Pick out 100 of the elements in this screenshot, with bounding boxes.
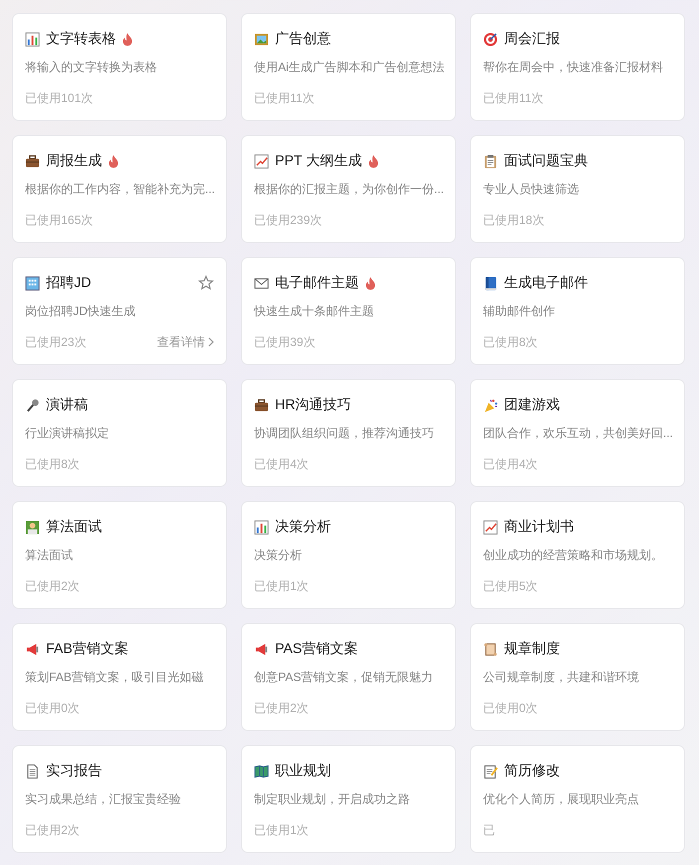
star-icon[interactable] <box>198 275 214 291</box>
card-description: 公司规章制度，共建和谐环境 <box>483 669 640 686</box>
card-title: 算法面试 <box>46 518 102 536</box>
card-title: 周报生成 <box>46 152 102 170</box>
card-title: 面试问题宝典 <box>504 152 588 170</box>
card-title: 周会汇报 <box>504 30 560 48</box>
tool-card[interactable]: HR沟通技巧 协调团队组织问题，推荐沟通技巧 已使用4次 <box>241 379 456 487</box>
map-icon <box>254 764 269 778</box>
card-description: 辅助邮件创作 <box>483 303 556 320</box>
tool-card[interactable]: 周报生成 根据你的工作内容，智能补充为完... 已使用165次 <box>12 135 227 243</box>
usage-count: 已使用2次 <box>25 822 80 838</box>
tool-card[interactable]: 简历修改 优化个人简历，展现职业亮点 已 <box>470 745 685 853</box>
card-description: 制定职业规划，开启成功之路 <box>254 791 411 808</box>
usage-count: 已使用4次 <box>254 456 309 472</box>
tool-card[interactable]: 商业计划书 创业成功的经营策略和市场规划。 已使用5次 <box>470 501 685 609</box>
card-title: 团建游戏 <box>504 396 560 414</box>
card-title: 招聘JD <box>46 274 92 292</box>
briefcase-icon <box>25 154 40 168</box>
card-title: HR沟通技巧 <box>275 396 352 414</box>
usage-count: 已使用0次 <box>483 700 538 716</box>
tool-card[interactable]: PPT 大纲生成 根据你的汇报主题，为你创作一份... 已使用239次 <box>241 135 456 243</box>
chevron-right-icon <box>208 337 214 347</box>
tool-card[interactable]: 招聘JD 岗位招聘JD快速生成 已使用23次 查看详情 <box>12 257 227 365</box>
card-title: 简历修改 <box>504 762 560 780</box>
tool-card[interactable]: 面试问题宝典 专业人员快速筛选 已使用18次 <box>470 135 685 243</box>
building-icon <box>25 276 40 290</box>
tool-card[interactable]: 规章制度 公司规章制度，共建和谐环境 已使用0次 <box>470 623 685 731</box>
clipboard-icon <box>483 154 498 168</box>
usage-count: 已使用39次 <box>254 334 316 350</box>
tool-card[interactable]: 决策分析 决策分析 已使用1次 <box>241 501 456 609</box>
usage-count: 已使用4次 <box>483 456 538 472</box>
card-description: 帮你在周会中，快速准备汇报材料 <box>483 59 664 76</box>
tool-card[interactable]: 职业规划 制定职业规划，开启成功之路 已使用1次 <box>241 745 456 853</box>
megaphone-icon <box>25 642 40 656</box>
card-title: 电子邮件主题 <box>275 274 359 292</box>
usage-count: 已使用11次 <box>254 90 314 106</box>
card-title: 职业规划 <box>275 762 331 780</box>
tool-card[interactable]: 文字转表格 将输入的文字转换为表格 已使用101次 <box>12 13 227 121</box>
person-screen-icon <box>25 520 40 534</box>
tool-card[interactable]: 生成电子邮件 辅助邮件创作 已使用8次 <box>470 257 685 365</box>
card-title: 文字转表格 <box>46 30 116 48</box>
card-description: 决策分析 <box>254 547 303 564</box>
briefcase-icon <box>254 398 269 412</box>
bar-chart-icon <box>254 520 269 534</box>
card-title: PPT 大纲生成 <box>275 152 362 170</box>
card-description: 使用Ai生成广告脚本和广告创意想法 <box>254 59 443 76</box>
tool-card[interactable]: FAB营销文案 策划FAB营销文案，吸引目光如磁 已使用0次 <box>12 623 227 731</box>
usage-count: 已使用18次 <box>483 212 544 228</box>
tool-card[interactable]: 实习报告 实习成果总结，汇报宝贵经验 已使用2次 <box>12 745 227 853</box>
card-title: 生成电子邮件 <box>504 274 588 292</box>
party-popper-icon <box>483 398 498 412</box>
card-description: 创业成功的经营策略和市场规划。 <box>483 547 664 564</box>
usage-count: 已使用0次 <box>25 700 80 716</box>
tool-card[interactable]: 电子邮件主题 快速生成十条邮件主题 已使用39次 <box>241 257 456 365</box>
bar-chart-icon <box>25 32 40 46</box>
megaphone-icon <box>254 642 269 656</box>
card-description: 专业人员快速筛选 <box>483 181 580 198</box>
usage-count: 已使用11次 <box>483 90 544 106</box>
card-title: FAB营销文案 <box>46 640 128 658</box>
usage-count: 已使用23次 <box>25 334 86 350</box>
card-description: 根据你的汇报主题，为你创作一份... <box>254 181 443 198</box>
card-description: 团队合作，欢乐互动，共创美好回... <box>483 425 672 442</box>
usage-count: 已使用2次 <box>254 700 309 716</box>
card-description: 实习成果总结，汇报宝贵经验 <box>25 791 182 808</box>
card-description: 算法面试 <box>25 547 74 564</box>
tool-card[interactable]: 广告创意 使用Ai生成广告脚本和广告创意想法 已使用11次 <box>241 13 456 121</box>
usage-count: 已使用5次 <box>483 578 538 594</box>
card-title: 规章制度 <box>504 640 560 658</box>
tool-card[interactable]: 团建游戏 团队合作，欢乐互动，共创美好回... 已使用4次 <box>470 379 685 487</box>
framed-picture-icon <box>254 32 269 46</box>
envelope-icon <box>254 276 269 290</box>
tool-card[interactable]: 算法面试 算法面试 已使用2次 <box>12 501 227 609</box>
tool-card[interactable]: 周会汇报 帮你在周会中，快速准备汇报材料 已使用11次 <box>470 13 685 121</box>
card-title: 广告创意 <box>275 30 331 48</box>
trend-chart-icon <box>254 154 269 168</box>
trend-chart-icon <box>483 520 498 534</box>
card-description: 根据你的工作内容，智能补充为完... <box>25 181 214 198</box>
usage-count: 已 <box>483 822 495 838</box>
document-icon <box>25 764 40 778</box>
card-description: 行业演讲稿拟定 <box>25 425 110 442</box>
tool-card[interactable]: 演讲稿 行业演讲稿拟定 已使用8次 <box>12 379 227 487</box>
card-description: 协调团队组织问题，推荐沟通技巧 <box>254 425 435 442</box>
usage-count: 已使用239次 <box>254 212 322 228</box>
microphone-icon <box>25 398 40 412</box>
usage-count: 已使用1次 <box>254 822 309 838</box>
card-description: 优化个人简历，展现职业亮点 <box>483 791 640 808</box>
usage-count: 已使用101次 <box>25 90 94 106</box>
card-description: 策划FAB营销文案，吸引目光如磁 <box>25 669 205 686</box>
target-icon <box>483 32 498 46</box>
book-icon <box>483 276 498 290</box>
tool-card[interactable]: PAS营销文案 创意PAS营销文案，促销无限魅力 已使用2次 <box>241 623 456 731</box>
scroll-icon <box>483 642 498 656</box>
card-title: PAS营销文案 <box>275 640 358 658</box>
usage-count: 已使用1次 <box>254 578 309 594</box>
card-title: 商业计划书 <box>504 518 574 536</box>
card-description: 快速生成十条邮件主题 <box>254 303 375 320</box>
card-description: 岗位招聘JD快速生成 <box>25 303 137 320</box>
card-title: 演讲稿 <box>46 396 88 414</box>
usage-count: 已使用8次 <box>25 456 80 472</box>
memo-icon <box>483 764 498 778</box>
